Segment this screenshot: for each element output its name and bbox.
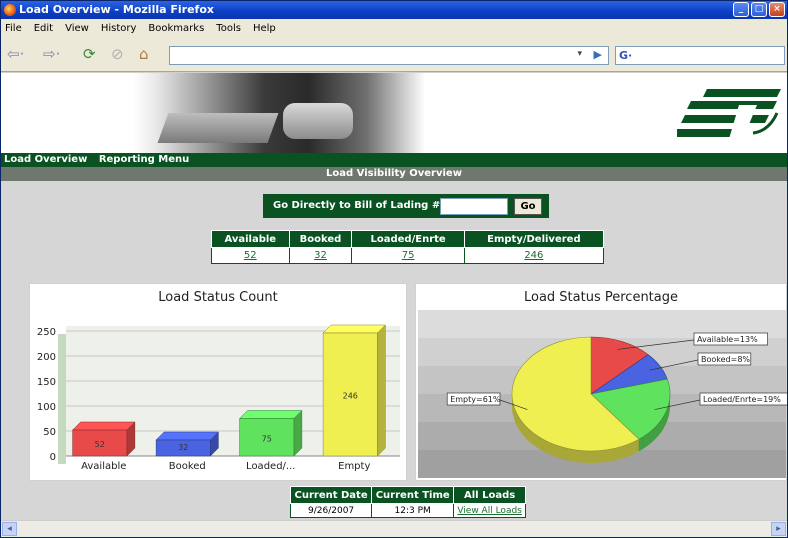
menu-view[interactable]: View	[65, 19, 89, 38]
reload-icon[interactable]: ⟳	[83, 45, 96, 63]
back-icon[interactable]: ⇦·	[7, 45, 24, 63]
browser-window: Load Overview - Mozilla Firefox _ □ × Fi…	[0, 0, 788, 538]
bar-chart: 0 50 100 150 200 250 52 Available 32 Booked 75 Load…	[37, 324, 400, 472]
nav-reporting-menu[interactable]: Reporting Menu	[99, 154, 189, 165]
header-current-time: Current Time	[371, 486, 455, 504]
minimize-button[interactable]: _	[733, 2, 749, 17]
close-button[interactable]: ×	[769, 2, 785, 17]
site-nav: Load Overview Reporting Menu	[1, 153, 787, 167]
url-dropdown-icon[interactable]: ▾	[577, 49, 582, 59]
bar-top	[72, 421, 136, 431]
pie-label: Available=13%	[697, 335, 758, 344]
y-tick-label: 50	[43, 427, 56, 438]
window-title: Load Overview - Mozilla Firefox	[19, 3, 214, 16]
maximize-button[interactable]: □	[751, 2, 767, 17]
pie-chart: Available=13% Booked=8% Loaded/Enrte=19% Em…	[418, 310, 787, 478]
count-booked-link[interactable]: 32	[288, 247, 353, 264]
plot-side-wall	[58, 334, 66, 464]
y-tick-label: 0	[50, 452, 56, 463]
header-available: Available	[211, 230, 290, 248]
header-empty: Empty/Delivered	[463, 230, 605, 248]
status-counts-table: Available Booked Loaded/Enrte Empty/Deli…	[211, 230, 605, 264]
pie-chart-panel: Load Status Percentage Available=13% Book…	[415, 283, 787, 481]
bar-side	[377, 324, 386, 457]
header-all-loads: All Loads	[453, 486, 526, 504]
search-box[interactable]: G·	[615, 46, 785, 65]
menu-tools[interactable]: Tools	[216, 19, 241, 38]
bar-top	[322, 324, 386, 334]
bol-input[interactable]	[440, 198, 508, 215]
go-button[interactable]: Go	[514, 198, 542, 215]
section-title: Load Visibility Overview	[1, 167, 787, 181]
header-booked: Booked	[288, 230, 353, 248]
count-empty-link[interactable]: 246	[463, 247, 605, 264]
url-bar[interactable]: ▾ ▶	[169, 46, 609, 65]
nav-load-overview[interactable]: Load Overview	[4, 154, 87, 165]
bar-chart-panel: Load Status Count 0 50 100 150 200 250 52 Avail…	[29, 283, 407, 481]
x-category-label: Available	[81, 461, 126, 472]
bar-data-label: 32	[178, 443, 188, 452]
x-category-label: Booked	[169, 461, 206, 472]
pie-chart-title: Load Status Percentage	[523, 290, 678, 305]
x-category-label: Empty	[338, 461, 370, 472]
menu-bookmarks[interactable]: Bookmarks	[148, 19, 204, 38]
banner-photo	[133, 73, 425, 153]
title-bar: Load Overview - Mozilla Firefox _ □ ×	[1, 1, 787, 19]
menu-bar: File Edit View History Bookmarks Tools H…	[1, 19, 787, 38]
current-date-value: 9/26/2007	[289, 503, 373, 518]
current-time-value: 12:3 PM	[371, 503, 455, 518]
page-content: Load Overview Reporting Menu Load Visibi…	[1, 73, 787, 520]
x-category-label: Loaded/...	[246, 461, 295, 472]
home-icon[interactable]: ⌂	[139, 45, 149, 63]
all-loads-cell: View All Loads	[453, 503, 526, 518]
bar-chart-title: Load Status Count	[158, 290, 278, 305]
menu-edit[interactable]: Edit	[34, 19, 53, 38]
bar-data-label: 52	[95, 440, 105, 449]
pie-label: Booked=8%	[701, 355, 750, 364]
forward-icon[interactable]: ⇨·	[43, 45, 60, 63]
y-tick-label: 100	[37, 402, 56, 413]
firefox-icon	[4, 4, 16, 16]
menu-history[interactable]: History	[101, 19, 137, 38]
url-go-icon[interactable]: ▶	[594, 48, 602, 61]
bol-search-box: Go Directly to Bill of Lading #: Go	[263, 194, 549, 218]
hands-image	[283, 103, 353, 139]
y-tick-label: 250	[37, 327, 56, 338]
bar-data-label: 75	[262, 434, 272, 443]
company-logo	[677, 89, 781, 139]
bar-data-label: 246	[343, 392, 358, 401]
stop-icon[interactable]: ⊘	[111, 45, 124, 63]
laptop-image	[157, 113, 279, 143]
header-current-date: Current Date	[289, 486, 373, 504]
menu-help[interactable]: Help	[253, 19, 276, 38]
search-engine-label[interactable]: G·	[619, 49, 632, 62]
pie-label: Loaded/Enrte=19%	[703, 395, 781, 404]
scroll-right-icon[interactable]: ▸	[771, 522, 786, 536]
menu-file[interactable]: File	[5, 19, 22, 38]
y-tick-label: 200	[37, 352, 56, 363]
count-loaded-link[interactable]: 75	[351, 247, 465, 264]
summary-table: Current Date Current Time All Loads 9/26…	[289, 486, 526, 518]
bol-label: Go Directly to Bill of Lading #:	[273, 200, 445, 211]
count-available-link[interactable]: 52	[211, 247, 290, 264]
view-all-loads-link[interactable]: View All Loads	[457, 506, 522, 516]
horizontal-scrollbar[interactable]: ◂ ▸	[1, 520, 787, 537]
pie-label: Empty=61%	[450, 395, 501, 404]
y-tick-label: 150	[37, 377, 56, 388]
header-banner	[1, 73, 787, 153]
header-loaded: Loaded/Enrte	[351, 230, 465, 248]
bar-top	[239, 410, 303, 419]
bar-top	[155, 431, 219, 441]
navigation-toolbar: ⇦· ⇨· ⟳ ⊘ ⌂ ▾ ▶ G·	[1, 38, 787, 72]
scroll-left-icon[interactable]: ◂	[2, 522, 17, 536]
